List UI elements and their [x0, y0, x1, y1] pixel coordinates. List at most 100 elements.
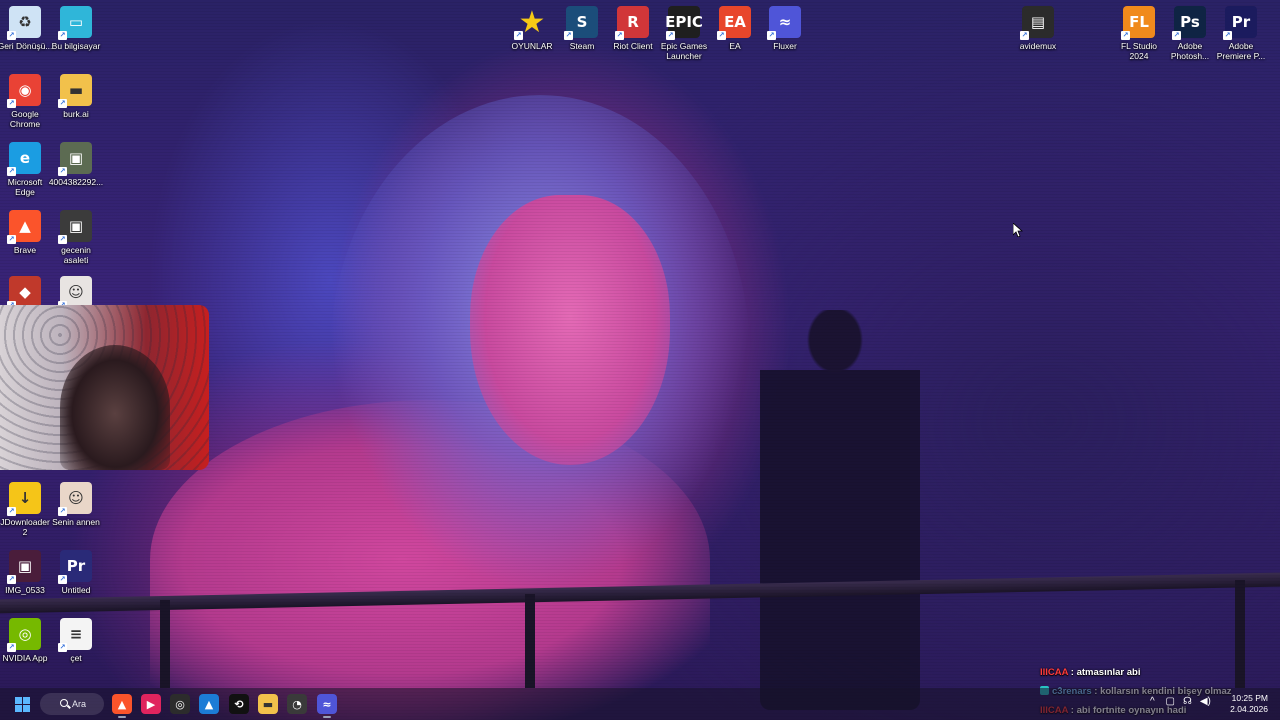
fluxer-icon: ≈ ↗	[767, 6, 801, 40]
desktop-icon-label: NVIDIA App	[2, 653, 48, 663]
desktop-icon-label: Senin annen	[52, 517, 100, 527]
desktop-icon-brave[interactable]: ▲ ↗ Brave	[0, 210, 53, 255]
wallpaper-silhouette	[760, 310, 920, 710]
epic-games-icon: EPIC ↗	[665, 6, 703, 40]
volume-icon[interactable]: ◀)	[1200, 696, 1211, 707]
shortcut-arrow-icon: ↗	[1172, 31, 1181, 40]
search-label: Ara	[72, 699, 87, 709]
desktop-icon-img-0533[interactable]: ▣ ↗ IMG_0533	[0, 550, 53, 595]
taskbar-app-media-player[interactable]: ▶	[141, 694, 161, 714]
desktop-icon-steam[interactable]: S ↗ Steam	[554, 6, 610, 51]
shortcut-arrow-icon: ↗	[58, 31, 67, 40]
desktop-icon-senin-annen[interactable]: ☺ ↗ Senin annen	[48, 482, 104, 527]
app-icon: ◔	[292, 697, 302, 711]
desktop-icon-label: Adobe Premiere P...	[1216, 41, 1266, 61]
premiere-project-icon: Pr ↗	[58, 550, 92, 584]
desktop-icon-image-4004[interactable]: ▣ ↗ 4004382292...	[48, 142, 104, 187]
system-tray: ^ ▢ ☊ ◀)	[1150, 696, 1211, 707]
taskbar-app-brave[interactable]: ▲	[112, 694, 132, 718]
desktop-icon-partial-app[interactable]: ◆↗	[0, 276, 53, 310]
app-icon: ◆↗	[7, 276, 41, 310]
photoshop-icon: Ps ↗	[1172, 6, 1206, 40]
desktop-icon-label: Fluxer	[773, 41, 797, 51]
tray-overflow-chevron-icon[interactable]: ^	[1150, 696, 1155, 707]
desktop-icon-premiere[interactable]: Pr ↗ Adobe Premiere P...	[1213, 6, 1269, 61]
image-file-icon: ☺↗	[58, 482, 92, 516]
shortcut-arrow-icon: ↗	[7, 575, 16, 584]
desktop-icon-recycle-bin[interactable]: ♻ ↗ Geri Dönüşü...	[0, 6, 53, 51]
windows-logo-pane	[23, 705, 30, 712]
desktop-icon-label: OYUNLAR	[511, 41, 553, 51]
desktop-icon-gecenin-asaleti[interactable]: ▣ ↗ gecenin asaleti	[48, 210, 104, 265]
desktop-icon-edge[interactable]: e ↗ Microsoft Edge	[0, 142, 53, 197]
taskbar-clock[interactable]: 10:25 PM 2.04.2026	[1230, 693, 1268, 715]
star-icon: ★ ↗	[514, 4, 546, 40]
shortcut-arrow-icon: ↗	[7, 507, 16, 516]
desktop-icon-ea[interactable]: EA ↗ EA	[707, 6, 763, 51]
shortcut-arrow-icon: ↗	[7, 99, 16, 108]
recycle-bin-icon: ♻ ↗	[7, 6, 41, 40]
clock-time: 10:25 PM	[1231, 693, 1268, 703]
network-icon[interactable]: ▢	[1165, 696, 1174, 707]
desktop-icon-nvidia[interactable]: ◎ ↗ NVIDIA App	[0, 618, 53, 663]
desktop-icon-avidemux[interactable]: ▤ ↗ avidemux	[1010, 6, 1066, 51]
shortcut-arrow-icon: ↗	[58, 643, 67, 652]
desktop-icon-burk-ai[interactable]: ▬ ↗ burk.ai	[48, 74, 104, 119]
windows-logo-pane	[15, 705, 22, 712]
chat-username: IIICAA	[1040, 667, 1069, 678]
shortcut-arrow-icon: ↗	[58, 235, 67, 244]
desktop-icon-jdownloader[interactable]: ↓ ↗ JDownloader 2	[0, 482, 53, 537]
edge-icon: e ↗	[7, 142, 41, 176]
windows-logo-pane	[23, 697, 30, 704]
desktop-icon-label: Riot Client	[613, 41, 653, 51]
taskbar-app-app-badge[interactable]: ◔	[287, 694, 307, 714]
folder-icon: ▬ ↗	[58, 74, 92, 108]
ea-icon: EA ↗	[717, 6, 751, 40]
brave-icon: ▲ ↗	[7, 210, 41, 244]
shortcut-arrow-icon: ↗	[717, 31, 726, 40]
text-file-icon: ≡ ↗	[58, 618, 92, 652]
desktop-icon-label: Geri Dönüşü...	[0, 41, 53, 51]
desktop-icon-photoshop[interactable]: Ps ↗ Adobe Photosh...	[1162, 6, 1218, 61]
desktop-icon-label: FL Studio 2024	[1120, 41, 1158, 61]
desktop-icon-untitled[interactable]: Pr ↗ Untitled	[48, 550, 104, 595]
desktop-icon-chrome[interactable]: ◉ ↗ Google Chrome	[0, 74, 53, 129]
tray-app-icon[interactable]: ☊	[1183, 696, 1192, 707]
monitor-icon: ▭ ↗	[58, 6, 92, 40]
desktop-icon-this-pc[interactable]: ▭ ↗ Bu bilgisayar	[48, 6, 104, 51]
desktop-icon-cet[interactable]: ≡ ↗ çet	[48, 618, 104, 663]
desktop-icon-portrait-file[interactable]: ☺↗	[48, 276, 104, 310]
chat-separator: :	[1068, 667, 1077, 678]
desktop-icon-label: Adobe Photosh...	[1170, 41, 1210, 61]
shortcut-arrow-icon: ↗	[7, 167, 16, 176]
desktop-icon-fl-studio[interactable]: FL ↗ FL Studio 2024	[1111, 6, 1167, 61]
taskbar-search-box[interactable]: Ara	[40, 693, 104, 715]
desktop-icon-fluxer[interactable]: ≈ ↗ Fluxer	[757, 6, 813, 51]
taskbar: Ara ▲ ▶ ◎ ▲ ⟲ ▬ ◔ ≈ ^ ▢ ☊ ◀) 10:25 PM 2.04.2026	[0, 688, 1280, 720]
shortcut-arrow-icon: ↗	[58, 167, 67, 176]
taskbar-app-obs[interactable]: ◎	[170, 694, 190, 714]
start-button[interactable]	[12, 694, 32, 714]
wallpaper-railing	[0, 572, 1280, 614]
desktop-icon-oyunlar[interactable]: ★ ↗ OYUNLAR	[504, 4, 560, 52]
taskbar-app-photos[interactable]: ▲	[199, 694, 219, 714]
taskbar-app-fluxer[interactable]: ≈	[317, 694, 337, 718]
desktop-icon-label: Steam	[569, 41, 595, 51]
clapperboard-icon: ▤ ↗	[1020, 6, 1054, 40]
desktop-icon-label: avidemux	[1019, 41, 1057, 51]
desktop-icon-riot[interactable]: R ↗ Riot Client	[605, 6, 661, 51]
desktop-icon-label: çet	[70, 653, 82, 663]
taskbar-app-file-explorer[interactable]: ▬	[258, 694, 278, 714]
play-icon: ▶	[146, 697, 156, 711]
desktop-icon-label: gecenin asaleti	[61, 245, 91, 265]
desktop-icon-epic[interactable]: EPIC ↗ Epic Games Launcher	[656, 6, 712, 61]
shortcut-arrow-icon: ↗	[666, 31, 675, 40]
shortcut-arrow-icon: ↗	[58, 575, 67, 584]
shortcut-arrow-icon: ↗	[767, 31, 776, 40]
taskbar-app-capcut[interactable]: ⟲	[229, 694, 249, 714]
desktop-icon-label: Google Chrome	[9, 109, 41, 129]
desktop-icon-label: Microsoft Edge	[7, 177, 43, 197]
desktop-icon-label: Untitled	[61, 585, 91, 595]
wallpaper-figure-hair	[330, 95, 750, 615]
shortcut-arrow-icon: ↗	[1223, 31, 1232, 40]
